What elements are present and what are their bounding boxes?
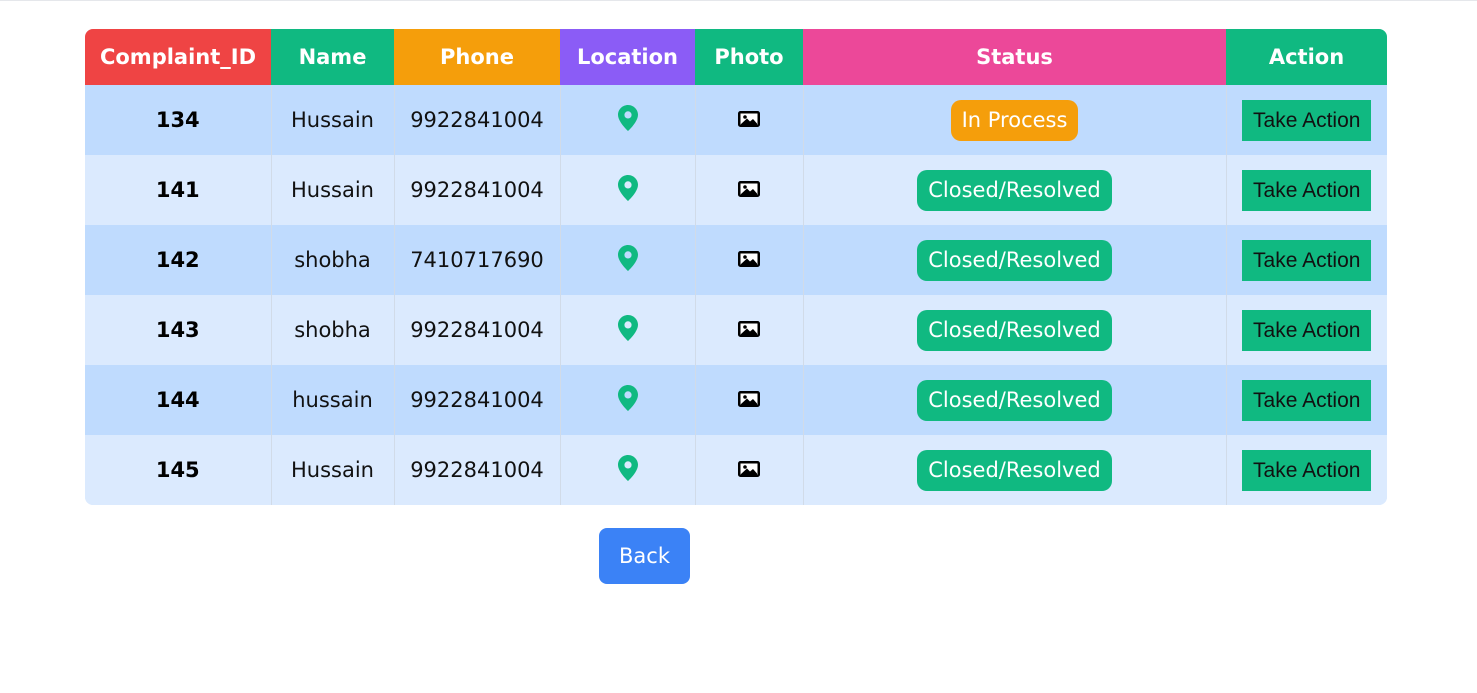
take-action-button[interactable]: Take Action xyxy=(1242,309,1372,351)
header-name: Name xyxy=(271,29,394,85)
photo-cell xyxy=(695,435,804,505)
take-action-button[interactable]: Take Action xyxy=(1242,379,1372,421)
map-pin-icon[interactable] xyxy=(617,244,638,276)
name-cell: Hussain xyxy=(271,85,395,155)
phone-cell: 7410717690 xyxy=(394,225,561,295)
action-cell: Take Action xyxy=(1226,435,1387,505)
complaint-id-cell: 142 xyxy=(85,225,272,295)
location-cell xyxy=(560,365,696,435)
status-cell: Closed/Resolved xyxy=(803,225,1227,295)
location-cell xyxy=(560,295,696,365)
header-action: Action xyxy=(1226,29,1387,85)
phone-cell: 9922841004 xyxy=(394,435,561,505)
action-cell: Take Action xyxy=(1226,155,1387,225)
top-divider xyxy=(0,0,1477,1)
photo-cell xyxy=(695,155,804,225)
status-badge: Closed/Resolved xyxy=(917,239,1112,281)
name-cell: Hussain xyxy=(271,155,395,225)
complaint-id-cell: 141 xyxy=(85,155,272,225)
photo-cell xyxy=(695,225,804,295)
phone-cell: 9922841004 xyxy=(394,295,561,365)
status-cell: Closed/Resolved xyxy=(803,435,1227,505)
header-complaint-id: Complaint_ID xyxy=(85,29,271,85)
name-cell: Hussain xyxy=(271,435,395,505)
phone-cell: 9922841004 xyxy=(394,365,561,435)
header-phone: Phone xyxy=(394,29,560,85)
phone-cell: 9922841004 xyxy=(394,85,561,155)
header-status: Status xyxy=(803,29,1226,85)
image-icon[interactable] xyxy=(737,319,761,343)
complaint-id-cell: 144 xyxy=(85,365,272,435)
map-pin-icon[interactable] xyxy=(617,314,638,346)
complaints-table-container: Complaint_ID Name Phone Location Photo S… xyxy=(85,29,1387,505)
name-cell: shobha xyxy=(271,295,395,365)
location-cell xyxy=(560,435,696,505)
map-pin-icon[interactable] xyxy=(617,104,638,136)
complaint-id-cell: 134 xyxy=(85,85,272,155)
photo-cell xyxy=(695,85,804,155)
image-icon[interactable] xyxy=(737,459,761,483)
table-row: 142 shobha 7410717690 Closed/Resolved Ta… xyxy=(85,225,1387,295)
table-header-row: Complaint_ID Name Phone Location Photo S… xyxy=(85,29,1387,85)
status-cell: In Process xyxy=(803,85,1227,155)
image-icon[interactable] xyxy=(737,249,761,273)
status-badge: In Process xyxy=(950,99,1079,141)
status-badge: Closed/Resolved xyxy=(917,169,1112,211)
header-location: Location xyxy=(560,29,695,85)
action-cell: Take Action xyxy=(1226,225,1387,295)
map-pin-icon[interactable] xyxy=(617,454,638,486)
location-cell xyxy=(560,225,696,295)
map-pin-icon[interactable] xyxy=(617,174,638,206)
name-cell: shobha xyxy=(271,225,395,295)
map-pin-icon[interactable] xyxy=(617,384,638,416)
take-action-button[interactable]: Take Action xyxy=(1242,239,1372,281)
location-cell xyxy=(560,155,696,225)
action-cell: Take Action xyxy=(1226,85,1387,155)
phone-cell: 9922841004 xyxy=(394,155,561,225)
status-cell: Closed/Resolved xyxy=(803,295,1227,365)
table-row: 143 shobha 9922841004 Closed/Resolved Ta… xyxy=(85,295,1387,365)
header-photo: Photo xyxy=(695,29,803,85)
image-icon[interactable] xyxy=(737,109,761,133)
complaint-id-cell: 145 xyxy=(85,435,272,505)
image-icon[interactable] xyxy=(737,389,761,413)
status-badge: Closed/Resolved xyxy=(917,379,1112,421)
table-row: 141 Hussain 9922841004 Closed/Resolved T… xyxy=(85,155,1387,225)
table-row: 144 hussain 9922841004 Closed/Resolved T… xyxy=(85,365,1387,435)
complaints-table: Complaint_ID Name Phone Location Photo S… xyxy=(85,29,1387,505)
location-cell xyxy=(560,85,696,155)
take-action-button[interactable]: Take Action xyxy=(1242,169,1372,211)
back-button[interactable]: Back xyxy=(599,528,690,584)
status-cell: Closed/Resolved xyxy=(803,365,1227,435)
photo-cell xyxy=(695,365,804,435)
table-row: 145 Hussain 9922841004 Closed/Resolved T… xyxy=(85,435,1387,505)
photo-cell xyxy=(695,295,804,365)
complaint-id-cell: 143 xyxy=(85,295,272,365)
image-icon[interactable] xyxy=(737,179,761,203)
status-cell: Closed/Resolved xyxy=(803,155,1227,225)
status-badge: Closed/Resolved xyxy=(917,449,1112,491)
action-cell: Take Action xyxy=(1226,295,1387,365)
take-action-button[interactable]: Take Action xyxy=(1242,99,1372,141)
action-cell: Take Action xyxy=(1226,365,1387,435)
table-row: 134 Hussain 9922841004 In Process Take A… xyxy=(85,85,1387,155)
name-cell: hussain xyxy=(271,365,395,435)
status-badge: Closed/Resolved xyxy=(917,309,1112,351)
take-action-button[interactable]: Take Action xyxy=(1242,449,1372,491)
